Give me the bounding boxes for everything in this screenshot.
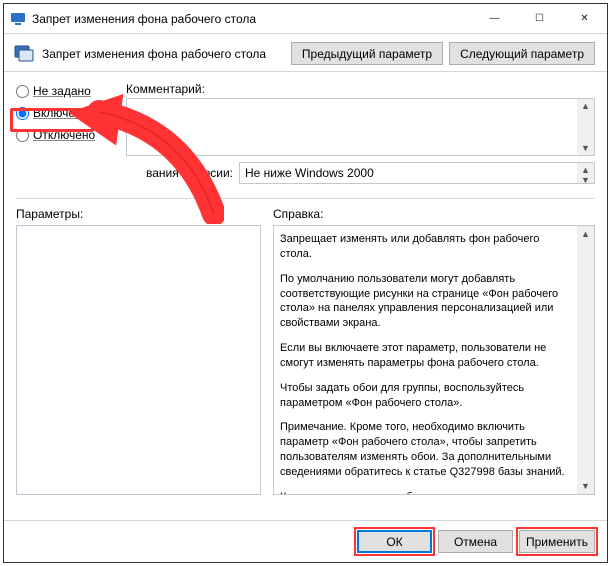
titlebar: Запрет изменения фона рабочего стола — ☐… (4, 4, 607, 34)
dialog-window: Запрет изменения фона рабочего стола — ☐… (3, 3, 608, 563)
help-text: Если вы включаете этот параметр, пользов… (280, 341, 572, 371)
scrollbar-up-icon[interactable]: ▲ (581, 101, 590, 111)
scrollbar-down-icon[interactable]: ▼ (581, 175, 590, 185)
radio-enabled-label: Включено (33, 106, 88, 120)
radio-disabled[interactable]: Отключено (16, 128, 126, 142)
params-label: Параметры: (16, 207, 261, 221)
footer: ОК Отмена Применить (4, 520, 607, 562)
state-options: Не задано Включено Отключено (16, 82, 126, 184)
apply-button[interactable]: Применить (519, 530, 595, 553)
cancel-button[interactable]: Отмена (438, 530, 513, 553)
radio-disabled-label: Отключено (33, 128, 95, 142)
radio-not-configured-input[interactable] (16, 85, 29, 98)
help-text: Примечание. Кроме того, необходимо включ… (280, 420, 572, 479)
header-title: Запрет изменения фона рабочего стола (42, 47, 285, 61)
divider (16, 198, 595, 199)
params-box[interactable] (16, 225, 261, 495)
help-text: Кроме того, вы можете обратиться к описа… (280, 490, 572, 495)
app-icon (10, 11, 26, 27)
help-scrollbar[interactable]: ▲▼ (577, 226, 594, 494)
window-controls: — ☐ ✕ (472, 4, 607, 33)
help-text: Чтобы задать обои для группы, воспользуй… (280, 381, 572, 411)
scrollbar-up-icon[interactable]: ▲ (581, 165, 590, 175)
help-label: Справка: (273, 207, 595, 221)
requirement-input[interactable]: Не ниже Windows 2000 ▲▼ (239, 162, 595, 184)
next-setting-button[interactable]: Следующий параметр (449, 42, 595, 65)
scrollbar-down-icon[interactable]: ▼ (581, 143, 590, 153)
requirement-label: вания к версии: (146, 166, 233, 180)
scrollbar-down-icon[interactable]: ▼ (581, 480, 590, 492)
window-title: Запрет изменения фона рабочего стола (32, 12, 472, 26)
requirement-scrollbar[interactable]: ▲▼ (577, 163, 594, 183)
comment-input[interactable]: ▲▼ (126, 98, 595, 156)
radio-not-configured[interactable]: Не задано (16, 84, 126, 98)
requirement-value: Не ниже Windows 2000 (245, 166, 374, 180)
radio-disabled-input[interactable] (16, 129, 29, 142)
radio-not-configured-label: Не задано (33, 84, 91, 98)
minimize-button[interactable]: — (472, 4, 517, 33)
comment-scrollbar[interactable]: ▲▼ (577, 99, 594, 155)
help-box[interactable]: Запрещает изменять или добавлять фон раб… (273, 225, 595, 495)
help-text: По умолчанию пользователи могут добавлят… (280, 272, 572, 331)
scrollbar-up-icon[interactable]: ▲ (581, 228, 590, 240)
radio-enabled-input[interactable] (16, 107, 29, 120)
close-button[interactable]: ✕ (562, 4, 607, 33)
prev-setting-button[interactable]: Предыдущий параметр (291, 42, 443, 65)
policy-icon (14, 44, 34, 64)
content-area: Не задано Включено Отключено Комментарий… (4, 72, 607, 495)
help-text: Запрещает изменять или добавлять фон раб… (280, 232, 572, 262)
radio-enabled[interactable]: Включено (16, 106, 126, 120)
maximize-button[interactable]: ☐ (517, 4, 562, 33)
header: Запрет изменения фона рабочего стола Пре… (4, 34, 607, 72)
comment-label: Комментарий: (126, 82, 595, 96)
ok-button[interactable]: ОК (357, 530, 432, 553)
